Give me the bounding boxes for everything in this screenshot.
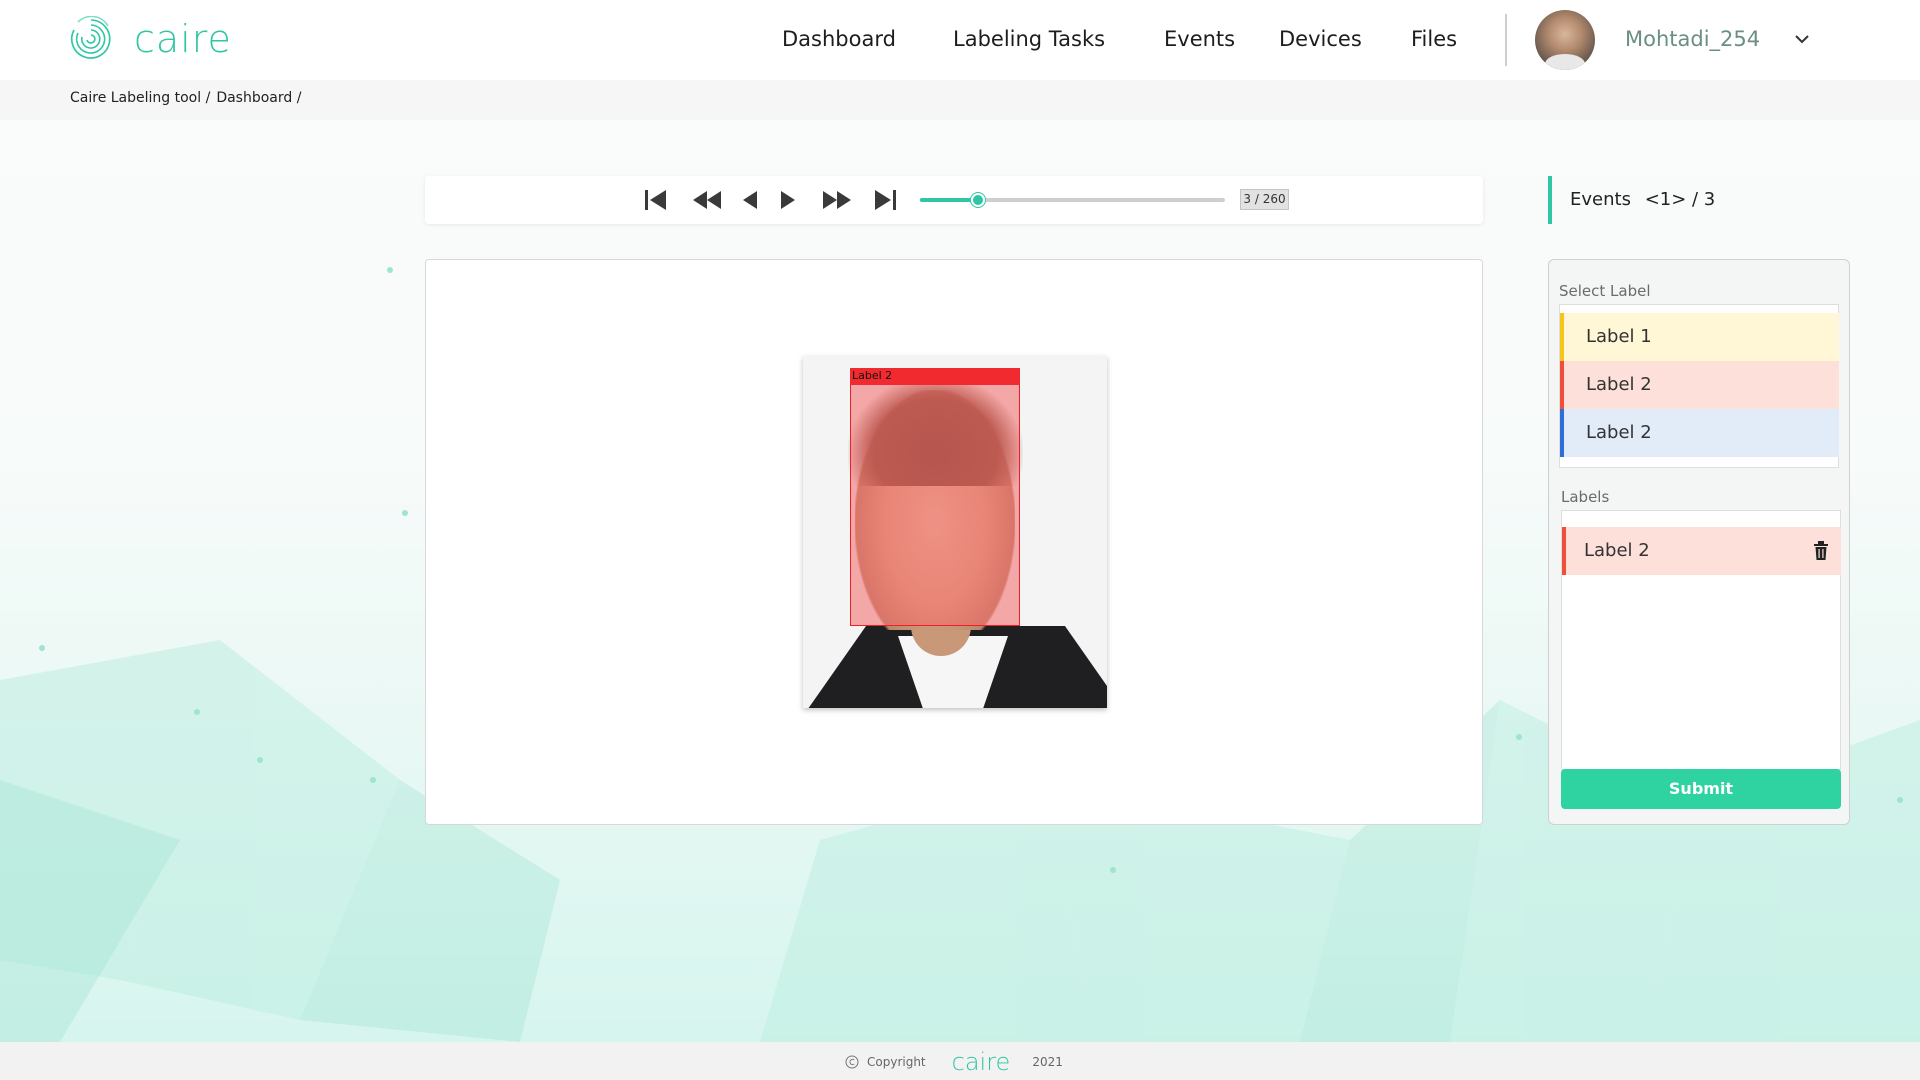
nav-devices[interactable]: Devices (1279, 27, 1362, 51)
label-option-1[interactable]: Label 1 (1560, 313, 1839, 361)
label-option-3[interactable]: Label 2 (1560, 409, 1839, 457)
frame-image[interactable]: Label 2 (803, 356, 1107, 708)
fast-forward-icon[interactable] (821, 188, 853, 212)
avatar[interactable] (1535, 10, 1595, 70)
select-label-list: Label 1 Label 2 Label 2 (1559, 304, 1839, 468)
label-panel: Select Label Label 1 Label 2 Label 2 Lab… (1548, 259, 1850, 825)
breadcrumb-bar: Caire Labeling tool / Dashboard / (0, 80, 1920, 120)
nav-labeling-tasks[interactable]: Labeling Tasks (953, 27, 1105, 51)
bounding-box[interactable]: Label 2 (850, 368, 1020, 626)
applied-label-item[interactable]: Label 2 (1562, 527, 1841, 575)
logo-text: caire (134, 17, 232, 61)
applied-label-text: Label 2 (1584, 540, 1650, 561)
label-option-2[interactable]: Label 2 (1560, 361, 1839, 409)
player-controls: 3 / 260 (425, 176, 1483, 224)
trash-icon[interactable] (1813, 541, 1829, 561)
slider-thumb[interactable] (970, 193, 985, 207)
step-back-icon[interactable] (740, 188, 760, 212)
copyright-icon (845, 1055, 859, 1069)
header-divider (1505, 14, 1507, 66)
skip-end-icon[interactable] (871, 188, 899, 212)
select-label-caption: Select Label (1559, 282, 1651, 300)
frame-counter: 3 / 260 (1240, 189, 1289, 210)
frame-slider[interactable] (920, 193, 1225, 207)
breadcrumb-dashboard[interactable]: Dashboard / (216, 90, 301, 106)
rewind-icon[interactable] (691, 188, 723, 212)
bounding-box-label: Label 2 (850, 368, 1020, 385)
footer-logo: caire (951, 1048, 1011, 1076)
events-count[interactable]: <1> / 3 (1645, 189, 1716, 210)
breadcrumb-root[interactable]: Caire Labeling tool / (70, 90, 210, 106)
breadcrumb: Caire Labeling tool / Dashboard / (70, 90, 301, 106)
nav-files[interactable]: Files (1411, 27, 1457, 51)
brand-logo[interactable]: caire (68, 16, 232, 62)
image-canvas[interactable]: Label 2 (425, 259, 1483, 825)
nav-dashboard[interactable]: Dashboard (782, 27, 896, 51)
username[interactable]: Mohtadi_254 (1625, 27, 1760, 51)
caire-logo-icon (70, 16, 111, 59)
copyright-text: Copyright (867, 1055, 926, 1069)
labels-caption: Labels (1561, 488, 1610, 506)
events-title: Events (1570, 189, 1631, 210)
footer-content: Copyright caire 2021 (845, 1048, 1063, 1076)
submit-button[interactable]: Submit (1561, 769, 1841, 809)
footer-year: 2021 (1032, 1055, 1063, 1069)
nav-events[interactable]: Events (1164, 27, 1235, 51)
skip-start-icon[interactable] (642, 188, 670, 212)
chevron-down-icon[interactable] (1793, 30, 1811, 48)
events-header: Events <1> / 3 (1548, 176, 1715, 224)
play-icon[interactable] (778, 188, 798, 212)
top-header: caire Dashboard Labeling Tasks Events De… (0, 0, 1920, 80)
slider-fill (920, 198, 978, 202)
applied-labels-list: Label 2 (1561, 510, 1841, 770)
footer: Copyright caire 2021 (0, 1042, 1920, 1080)
